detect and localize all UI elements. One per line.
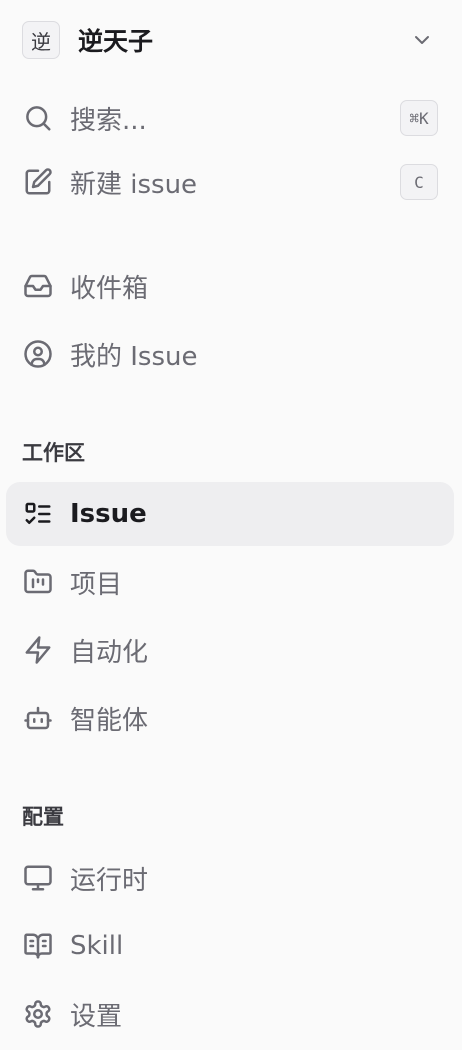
gear-icon	[22, 998, 54, 1030]
chevron-down-icon	[415, 36, 429, 44]
nav-item-settings[interactable]: 设置	[6, 982, 454, 1046]
square-pen-icon	[22, 166, 54, 198]
nav-item-skill[interactable]: Skill	[6, 914, 454, 978]
section-title-config: 配置	[22, 805, 64, 829]
nav-item-label: Issue	[70, 499, 147, 529]
bot-icon	[22, 702, 54, 734]
section-title-workspace: 工作区	[22, 441, 85, 465]
new-issue-shortcut-badge: C	[400, 164, 438, 200]
nav-item-label: 运行时	[70, 865, 149, 896]
nav-item-runtime[interactable]: 运行时	[6, 846, 454, 910]
nav-item-my-issues[interactable]: 我的 Issue	[6, 322, 454, 386]
search-icon	[22, 102, 54, 134]
search-button[interactable]: 搜索... ⌘K	[6, 86, 454, 150]
sidebar: 逆 逆天子 搜索... ⌘K 新建 issue C 收件箱 我的 Issue 工…	[0, 0, 462, 1050]
search-shortcut-badge: ⌘K	[400, 100, 438, 136]
workspace-name: 逆天子	[78, 27, 154, 56]
new-issue-label: 新建 issue	[70, 169, 198, 200]
nav-item-issue[interactable]: Issue	[6, 482, 454, 546]
nav-item-projects[interactable]: 项目	[6, 550, 454, 614]
new-issue-button[interactable]: 新建 issue C	[6, 150, 454, 214]
inbox-icon	[22, 270, 54, 302]
nav-item-label: 智能体	[70, 705, 149, 736]
workspace-avatar: 逆	[22, 21, 60, 59]
folder-kanban-icon	[22, 566, 54, 598]
nav-item-label: Skill	[70, 931, 124, 961]
nav-item-automation[interactable]: 自动化	[6, 618, 454, 682]
book-open-icon	[22, 930, 54, 962]
nav-item-inbox[interactable]: 收件箱	[6, 254, 454, 318]
zap-icon	[22, 634, 54, 666]
user-circle-icon	[22, 338, 54, 370]
workspace-switcher[interactable]: 逆 逆天子	[22, 18, 440, 62]
nav-item-label: 我的 Issue	[70, 341, 198, 372]
nav-item-label: 收件箱	[70, 273, 149, 304]
nav-item-label: 设置	[70, 1001, 123, 1032]
nav-item-agents[interactable]: 智能体	[6, 686, 454, 750]
list-todo-icon	[22, 498, 54, 530]
monitor-icon	[22, 862, 54, 894]
search-label: 搜索...	[70, 105, 147, 136]
nav-item-label: 项目	[70, 569, 123, 600]
nav-item-label: 自动化	[70, 637, 149, 668]
